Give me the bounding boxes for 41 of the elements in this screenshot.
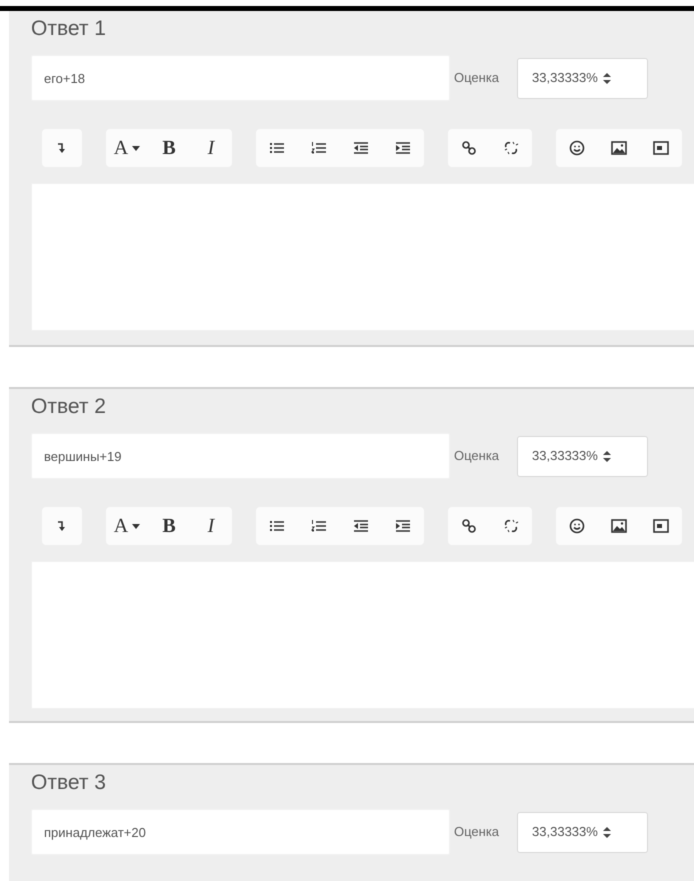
image-icon [611,518,627,534]
outdent-icon [353,140,369,156]
answer-heading: Ответ 3 [31,770,107,796]
italic-button[interactable]: I [190,507,232,545]
numbered-list-icon [311,140,327,156]
bold-button[interactable]: B [148,129,190,167]
bulleted-list-icon [269,518,285,534]
bold-button[interactable]: B [148,507,190,545]
image-icon [611,140,627,156]
media-icon [653,518,669,534]
grade-label: Оценка [454,447,500,466]
font-color-button[interactable]: A [106,507,148,545]
link-icon [461,140,477,156]
up-down-arrows-icon [602,450,611,462]
bulleted-list-icon [269,140,285,156]
up-down-arrows-icon [602,72,611,84]
grade-label: Оценка [454,69,500,88]
answer-field[interactable]: принадлежат+20 [31,809,450,855]
grade-label: Оценка [454,823,500,842]
answer-field[interactable]: его+18 [31,55,450,101]
font-color-button[interactable]: A [106,129,148,167]
unlink-icon [503,140,519,156]
indent-icon [395,518,411,534]
outdent-icon [353,518,369,534]
media-icon [653,140,669,156]
numbered-list-icon [311,518,327,534]
answer-field[interactable]: вершины+19 [31,433,450,479]
unlink-icon [503,518,519,534]
answer-heading: Ответ 1 [31,16,107,42]
indent-icon [395,140,411,156]
caret-icon [132,524,140,528]
grade-select[interactable]: 33,33333% [517,812,648,852]
grade-select[interactable]: 33,33333% [517,58,648,98]
smiley-icon [569,518,585,534]
grade-select[interactable]: 33,33333% [517,436,648,476]
up-down-arrows-icon [602,826,611,838]
answer-heading: Ответ 2 [31,394,107,420]
caret-icon [132,146,140,150]
italic-button[interactable]: I [190,129,232,167]
link-icon [461,518,477,534]
smiley-icon [569,140,585,156]
